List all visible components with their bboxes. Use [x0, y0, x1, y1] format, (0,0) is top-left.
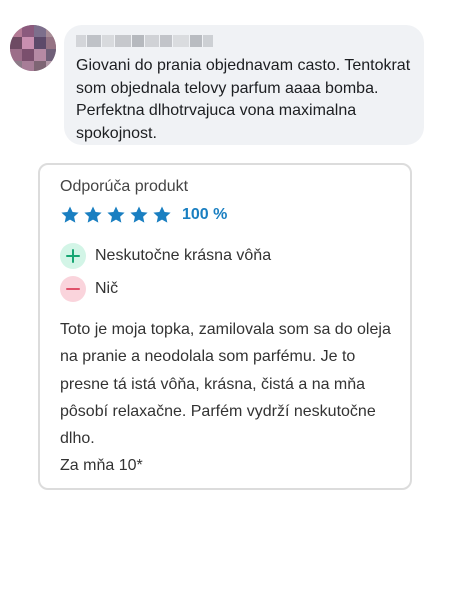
avatar-pixel [34, 37, 46, 49]
avatar-pixel [34, 49, 46, 61]
comment-bubble: Giovani do prania objednavam casto. Tent… [64, 25, 424, 145]
avatar-pixel [10, 25, 22, 37]
avatar-pixel [10, 61, 22, 71]
comment-text: Giovani do prania objednavam casto. Tent… [76, 57, 411, 142]
minus-icon [60, 276, 86, 302]
redaction-block [145, 35, 159, 47]
rating-row: 100 % [60, 205, 227, 225]
redaction-block [203, 35, 213, 47]
redaction-block [173, 35, 189, 47]
redaction-block [76, 35, 86, 47]
comment-author-name-redacted[interactable] [76, 35, 412, 49]
redaction-block [132, 35, 144, 47]
avatar-pixel [10, 49, 22, 61]
avatar-pixel [34, 25, 46, 37]
recommend-label: Odporúča produkt [60, 178, 189, 195]
avatar-pixel [22, 25, 34, 37]
avatar-pixel [10, 37, 22, 49]
con-row: Nič [60, 276, 118, 302]
commenter-avatar[interactable] [10, 25, 56, 71]
pro-row: Neskutočne krásna vôňa [60, 243, 271, 269]
con-text: Nič [95, 280, 119, 297]
star-icon [84, 206, 102, 223]
review-body: Toto je moja topka, zamilovala som sa do… [60, 321, 391, 475]
star-icon [130, 206, 148, 223]
avatar-pixel [34, 61, 46, 71]
redaction-block [87, 35, 101, 47]
avatar-pixel [22, 61, 34, 71]
avatar-pixel [22, 49, 34, 61]
rating-percent: 100 % [182, 206, 228, 223]
redaction-block [160, 35, 172, 47]
review-card: Odporúča produkt 100 % Neskutočne krásna… [38, 163, 412, 490]
avatar-pixel [22, 37, 34, 49]
plus-icon [60, 243, 86, 269]
pro-text: Neskutočne krásna vôňa [95, 247, 272, 264]
avatar-pixel [46, 25, 56, 37]
avatar-pixel [46, 37, 56, 49]
star-icon [107, 206, 125, 223]
avatar-pixel [46, 49, 56, 61]
redaction-block [190, 35, 202, 47]
redaction-block [102, 35, 114, 47]
star-icon [153, 206, 171, 223]
avatar-pixel [46, 61, 56, 71]
star-icon [61, 206, 79, 223]
redaction-block [115, 35, 131, 47]
